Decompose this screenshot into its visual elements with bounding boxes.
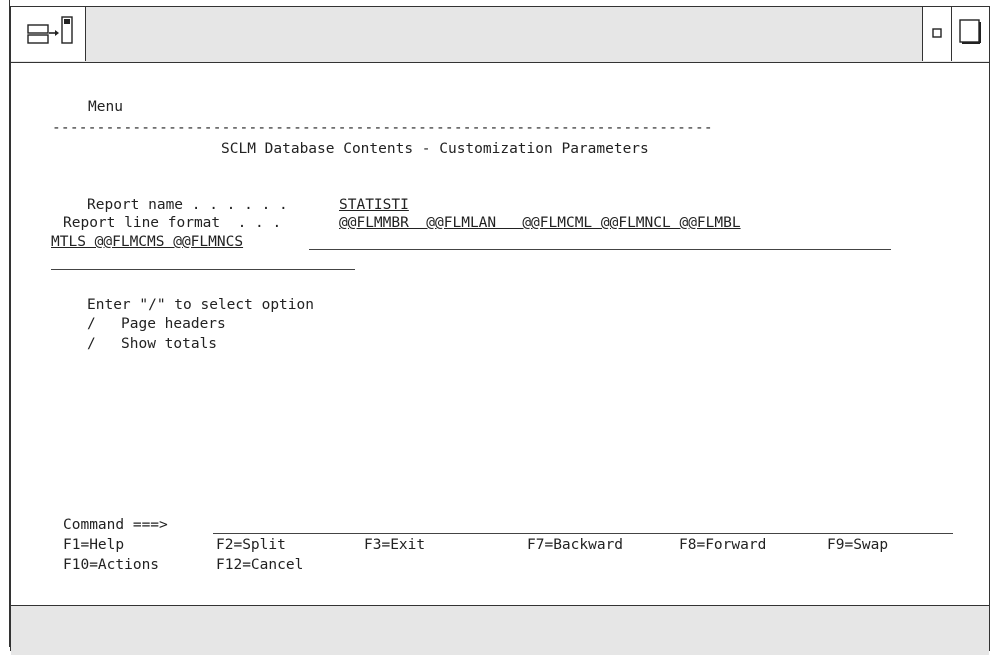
title-bar (11, 7, 989, 63)
fkey-split[interactable]: F2=Split (216, 537, 286, 554)
panel-content: Menu -----------------------------------… (11, 63, 989, 605)
window-menu-icon[interactable] (11, 7, 86, 61)
minimize-icon (932, 28, 942, 38)
status-bar (11, 605, 989, 655)
report-line-format-label: Report line format . . . (63, 215, 290, 231)
report-line-field-underline (309, 249, 891, 250)
terminal-window: Menu -----------------------------------… (10, 6, 990, 655)
maximize-icon (959, 19, 981, 44)
report-line-format-input[interactable]: @@FLMMBR @@FLMLAN @@FLMCML @@FLMNCL @@FL… (339, 215, 741, 232)
report-line-field-underline-2 (51, 269, 355, 270)
fkey-exit[interactable]: F3=Exit (364, 537, 425, 554)
fkey-swap[interactable]: F9=Swap (827, 537, 888, 554)
fkey-cancel[interactable]: F12=Cancel (216, 557, 303, 574)
menu-divider: ----------------------------------------… (52, 120, 713, 136)
panel-title: SCLM Database Contents - Customization P… (221, 141, 649, 157)
menu-bar-item[interactable]: Menu (88, 99, 123, 116)
report-name-input[interactable]: STATISTI (339, 197, 409, 214)
fkey-actions[interactable]: F10=Actions (63, 557, 159, 574)
fkey-help[interactable]: F1=Help (63, 537, 124, 554)
fkey-backward[interactable]: F7=Backward (527, 537, 623, 554)
minimize-button[interactable] (922, 7, 952, 61)
report-name-label: Report name . . . . . . (87, 197, 297, 213)
option-page-headers-mark[interactable]: / (87, 316, 96, 333)
command-label: Command ===> (63, 517, 177, 533)
options-prompt: Enter "/" to select option (87, 297, 314, 313)
option-page-headers-label: Page headers (121, 316, 226, 332)
option-show-totals-mark[interactable]: / (87, 336, 96, 353)
command-input[interactable] (213, 517, 953, 534)
option-show-totals-label: Show totals (121, 336, 218, 352)
report-line-format-input-cont[interactable]: MTLS @@FLMCMS @@FLMNCS (51, 234, 243, 251)
fkey-forward[interactable]: F8=Forward (679, 537, 766, 554)
left-border (0, 0, 10, 647)
maximize-button[interactable] (952, 7, 989, 61)
